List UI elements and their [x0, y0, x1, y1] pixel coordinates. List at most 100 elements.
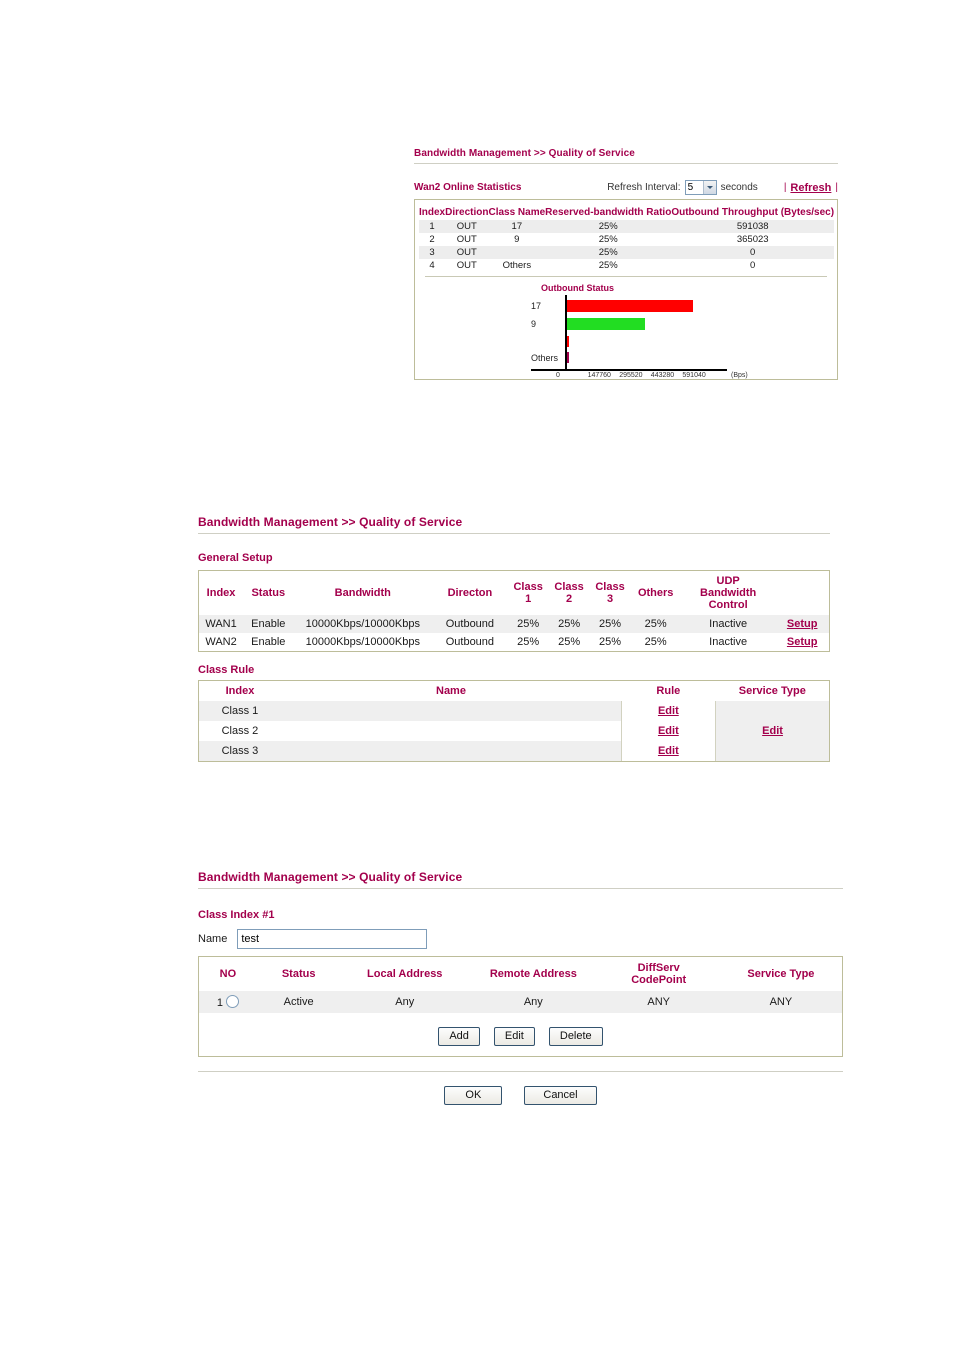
refresh-interval-label: Refresh Interval: — [607, 182, 681, 193]
edit-rule-class2[interactable]: Edit — [658, 725, 679, 737]
refresh-interval-value: 5 — [687, 182, 694, 193]
edit-rule-class1[interactable]: Edit — [658, 705, 679, 717]
cell-class-name: 17 — [488, 220, 546, 233]
class-index-title: Class Index #1 — [198, 909, 275, 921]
edit-rule-class3[interactable]: Edit — [658, 745, 679, 757]
refresh-link-group: | Refresh | — [784, 182, 838, 194]
chevron-down-icon — [702, 181, 716, 194]
cell-class-name — [488, 246, 546, 259]
col-class-2-line1: Class — [554, 581, 584, 593]
cell-ratio: 25% — [545, 246, 672, 259]
cell-index: Class 2 — [221, 725, 259, 737]
table-header-row: Index Status Bandwidth Directon Class 1 … — [199, 571, 829, 615]
table-row: 2 OUT 9 25% 365023 — [419, 233, 834, 246]
chart-bar-label: 17 — [531, 301, 542, 311]
col-rule: Rule — [656, 685, 681, 697]
chart-x-tick: 147760 — [587, 372, 611, 379]
table-row: WAN2 Enable 10000Kbps/10000Kbps Outbound… — [199, 633, 829, 651]
row-select-radio[interactable] — [225, 995, 239, 1008]
cell-throughput: 0 — [671, 246, 835, 259]
breadcrumb: Bandwidth Management >> Quality of Servi… — [414, 148, 635, 159]
cell-rule: Edit — [620, 721, 716, 741]
setup-link-wan1[interactable]: Setup — [787, 618, 818, 630]
col-class-3-line2: 3 — [606, 593, 614, 605]
pipe-right: | — [835, 182, 838, 193]
col-class-3: Class 3 — [590, 571, 631, 615]
chart-title: Outbound Status — [541, 283, 614, 293]
class-rule-table: Index Name Rule Service Type Class 1 Edi… — [199, 681, 829, 761]
col-class-2: Class 2 — [549, 571, 590, 615]
cell-class-name: 9 — [514, 234, 520, 245]
cell-class3: 25% — [589, 633, 631, 651]
cell-direction: OUT — [445, 220, 489, 233]
breadcrumb-divider — [198, 533, 830, 534]
name-field-row: Name — [198, 929, 843, 949]
chart-x-tick: 443280 — [650, 372, 675, 379]
cell-ratio: 25% — [598, 234, 618, 245]
col-service-type: Service Type — [738, 685, 806, 697]
cancel-button[interactable]: Cancel — [524, 1086, 597, 1105]
col-local-address: Local Address — [367, 968, 443, 980]
edit-service-type[interactable]: Edit — [762, 725, 783, 737]
chart-bar — [567, 336, 569, 347]
statistics-header: Wan2 Online Statistics Refresh Interval:… — [414, 180, 838, 195]
col-diffserv-line2: CodePoint — [631, 974, 687, 986]
cell-index: Class 1 — [199, 701, 281, 721]
cell-status: Active — [256, 991, 341, 1013]
ok-button[interactable]: OK — [444, 1086, 503, 1105]
col-class-2-line2: 2 — [566, 593, 573, 605]
setup-link-wan2[interactable]: Setup — [787, 636, 818, 648]
class-rules-box: NO Status Local Address Remote Address D… — [198, 956, 843, 1057]
col-class-1-line1: Class — [513, 581, 543, 593]
outbound-status-chart: Outbound Status 17 9 Others 0 147760 29552… — [419, 283, 833, 385]
table-row: 1 Active Any Any ANY ANY — [199, 991, 842, 1013]
pipe-left: | — [783, 182, 787, 193]
refresh-link[interactable]: Refresh — [790, 182, 831, 194]
cell-service: ANY — [719, 991, 842, 1013]
col-udp-line2: Bandwidth — [700, 587, 757, 599]
cell-class1: 25% — [507, 615, 549, 633]
col-index: Index — [206, 587, 236, 599]
cell-udp-control: Inactive — [680, 615, 776, 633]
chart-x-tick: 295520 — [619, 372, 643, 379]
chart-bar-label: Others — [531, 353, 559, 363]
col-bandwidth: Bandwidth — [334, 587, 391, 599]
col-action — [775, 571, 829, 615]
cell-index: 3 — [419, 246, 446, 259]
cell-bandwidth: 10000Kbps/10000Kbps — [293, 615, 433, 633]
col-name: Name — [436, 685, 466, 697]
cell-class1: 25% — [507, 633, 549, 651]
chart-x-axis — [531, 369, 727, 371]
name-label: Name — [198, 933, 228, 945]
cell-index: 4 — [429, 260, 435, 271]
cell-index: Class 3 — [199, 741, 281, 761]
cell-throughput: 591038 — [671, 220, 835, 233]
edit-button[interactable]: Edit — [493, 1027, 535, 1046]
cell-index: WAN2 — [199, 633, 244, 651]
col-direction: Directon — [447, 587, 493, 599]
chart-unit-label: (Bps) — [731, 372, 748, 379]
cell-direction: OUT — [456, 234, 477, 245]
cell-others: 25% — [630, 633, 681, 651]
breadcrumb: Bandwidth Management >> Quality of Servi… — [198, 515, 463, 529]
chart-x-tick: 0 — [556, 372, 560, 379]
statistics-table: Index Direction Class Name Reserved-band… — [419, 206, 835, 272]
add-button[interactable]: Add — [438, 1027, 480, 1046]
table-row: WAN1 Enable 10000Kbps/10000Kbps Outbound… — [199, 615, 829, 633]
cell-throughput: 0 — [750, 260, 756, 271]
cell-ratio: 25% — [545, 220, 672, 233]
chart-bar — [567, 300, 694, 312]
col-class-1-line2: 1 — [525, 593, 532, 605]
col-class-name: Class Name — [488, 207, 546, 218]
cell-class-name: Others — [502, 260, 532, 271]
col-status: Status — [281, 968, 316, 980]
delete-button[interactable]: Delete — [548, 1027, 603, 1046]
col-index: Index — [419, 207, 446, 218]
refresh-interval-select[interactable]: 5 — [684, 180, 717, 195]
cell-direction: OUT — [445, 246, 489, 259]
cell-bandwidth: 10000Kbps/10000Kbps — [293, 633, 433, 651]
class-rule-title: Class Rule — [198, 664, 255, 676]
table-header-row: Index Direction Class Name Reserved-band… — [419, 206, 834, 220]
name-input[interactable] — [237, 929, 428, 949]
table-header-row: Index Name Rule Service Type — [199, 681, 829, 701]
